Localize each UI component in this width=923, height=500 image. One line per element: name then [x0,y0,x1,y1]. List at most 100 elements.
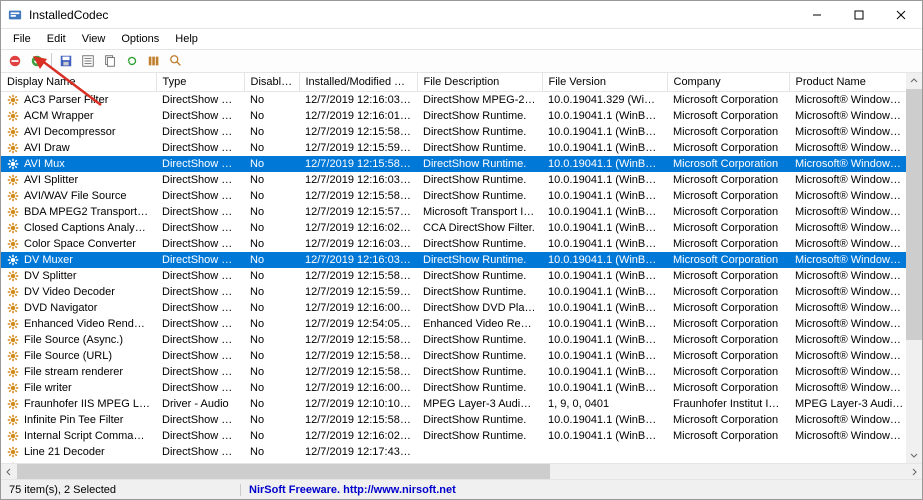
column-header[interactable]: Company [667,73,789,92]
table-row[interactable]: Closed Captions Analysis Fil...DirectSho… [1,220,906,236]
table-cell: 12/7/2019 12:16:02 PM [299,220,417,236]
column-header[interactable]: Type [156,73,244,92]
table-cell: DirectShow Filter [156,348,244,364]
tool-properties-icon[interactable] [78,51,98,71]
table-row[interactable]: DV MuxerDirectShow FilterNo12/7/2019 12:… [1,252,906,268]
table-row[interactable]: ACM WrapperDirectShow FilterNo12/7/2019 … [1,108,906,124]
table-row[interactable]: DVD NavigatorDirectShow FilterNo12/7/201… [1,300,906,316]
menu-edit[interactable]: Edit [39,31,74,47]
table-row[interactable]: BDA MPEG2 Transport Inf...DirectShow Fil… [1,204,906,220]
scroll-down-icon[interactable] [906,447,922,463]
column-header[interactable]: Installed/Modified Time [299,73,417,92]
gear-icon [7,221,21,235]
table-row[interactable]: File stream rendererDirectShow FilterNo1… [1,364,906,380]
table-row[interactable]: AVI MuxDirectShow FilterNo12/7/2019 12:1… [1,156,906,172]
table-cell: ACM Wrapper [1,108,156,124]
table-row[interactable]: Enhanced Video RendererDirectShow Filter… [1,316,906,332]
table-wrapper[interactable]: Display NameTypeDisabledInstalled/Modifi… [1,73,906,463]
table-cell: 10.0.19041.329 (WinBuil... [542,92,667,109]
table-row[interactable]: DV Video DecoderDirectShow FilterNo12/7/… [1,284,906,300]
table-row[interactable]: AVI SplitterDirectShow FilterNo12/7/2019… [1,172,906,188]
table-cell: 10.0.19041.1 (WinBuild.1... [542,316,667,332]
column-header[interactable]: Product Name [789,73,906,92]
table-cell: Line 21 Decoder [1,444,156,460]
gear-icon [7,253,21,267]
gear-icon [7,301,21,315]
table-cell: Microsoft Corporation [667,140,789,156]
table-cell: 12/7/2019 12:17:43 PM [299,444,417,460]
table-cell: No [244,284,299,300]
table-row[interactable]: DV SplitterDirectShow FilterNo12/7/2019 … [1,268,906,284]
table-row[interactable]: Infinite Pin Tee FilterDirectShow Filter… [1,412,906,428]
menu-help[interactable]: Help [167,31,206,47]
menu-options[interactable]: Options [113,31,167,47]
vscroll-thumb[interactable] [906,89,922,340]
table-cell: No [244,172,299,188]
table-cell: Microsoft Corporation [667,236,789,252]
gear-icon [7,413,21,427]
table-cell: No [244,396,299,412]
menu-view[interactable]: View [74,31,114,47]
table-row[interactable]: Fraunhofer IIS MPEG Layer-...Driver - Au… [1,396,906,412]
table-cell: File stream renderer [1,364,156,380]
table-cell: DirectShow Runtime. [417,236,542,252]
table-cell: AVI Draw [1,140,156,156]
table-cell: No [244,412,299,428]
table-row[interactable]: File Source (Async.)DirectShow FilterNo1… [1,332,906,348]
status-item-count: 75 item(s), 2 Selected [1,484,241,496]
hscroll-track[interactable] [17,464,906,480]
tool-save-icon[interactable] [56,51,76,71]
close-button[interactable] [880,1,922,29]
table-row[interactable]: File writerDirectShow FilterNo12/7/2019 … [1,380,906,396]
horizontal-scrollbar[interactable] [1,463,922,479]
table-cell: Microsoft Corporation [667,188,789,204]
vertical-scrollbar[interactable] [906,73,922,463]
table-row[interactable]: AVI DrawDirectShow FilterNo12/7/2019 12:… [1,140,906,156]
menu-file[interactable]: File [5,31,39,47]
column-header[interactable]: Disabled [244,73,299,92]
minimize-button[interactable] [796,1,838,29]
table-cell: DirectShow Runtime. [417,364,542,380]
maximize-button[interactable] [838,1,880,29]
table-cell: 12/7/2019 12:16:03 PM [299,172,417,188]
table-cell: 10.0.19041.1 (WinBuild.1... [542,268,667,284]
table-cell: No [244,140,299,156]
table-cell: No [244,156,299,172]
table-cell: DirectShow Runtime. [417,108,542,124]
hscroll-thumb[interactable] [17,464,550,480]
scroll-left-icon[interactable] [1,464,17,480]
table-row[interactable]: File Source (URL)DirectShow FilterNo12/7… [1,348,906,364]
tool-refresh-icon[interactable] [122,51,142,71]
column-header[interactable]: Display Name [1,73,156,92]
table-cell: DirectShow Runtime. [417,172,542,188]
tool-options-icon[interactable] [144,51,164,71]
tool-find-icon[interactable] [166,51,186,71]
table-cell: DirectShow Runtime. [417,156,542,172]
table-row[interactable]: Color Space ConverterDirectShow FilterNo… [1,236,906,252]
gear-icon [7,317,21,331]
table-row[interactable]: Line 21 DecoderDirectShow FilterNo12/7/2… [1,444,906,460]
scroll-up-icon[interactable] [906,73,922,89]
status-credit-url[interactable]: http://www.nirsoft.net [343,484,456,496]
table-cell: No [244,92,299,109]
table-cell: CCA DirectShow Filter. [417,220,542,236]
table-cell: DirectShow Filter [156,108,244,124]
gear-icon [7,333,21,347]
table-row[interactable]: AVI/WAV File SourceDirectShow FilterNo12… [1,188,906,204]
table-cell: Microsoft® Windows® ... [789,412,906,428]
column-header[interactable]: File Version [542,73,667,92]
tool-enable-icon[interactable] [27,51,47,71]
table-row[interactable]: AC3 Parser FilterDirectShow FilterNo12/7… [1,92,906,109]
tool-copy-icon[interactable] [100,51,120,71]
table-row[interactable]: AVI DecompressorDirectShow FilterNo12/7/… [1,124,906,140]
table-cell: AC3 Parser Filter [1,92,156,109]
vscroll-track[interactable] [906,89,922,447]
table-cell: No [244,188,299,204]
table-cell: Microsoft® Windows® ... [789,332,906,348]
table-cell: 12/7/2019 12:15:58 PM [299,412,417,428]
table-cell: Fraunhofer IIS MPEG Layer-... [1,396,156,412]
table-row[interactable]: Internal Script Command R...DirectShow F… [1,428,906,444]
scroll-right-icon[interactable] [906,464,922,480]
tool-disable-icon[interactable] [5,51,25,71]
column-header[interactable]: File Description [417,73,542,92]
